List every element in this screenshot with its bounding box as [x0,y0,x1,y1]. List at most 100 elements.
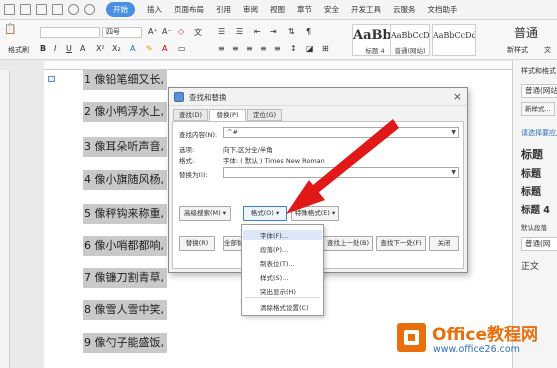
doc-line-8[interactable]: 8 像雪人雪中笑, [83,300,167,320]
menu-item-highlight[interactable]: 突出显示(H) [260,286,296,296]
font-color-icon[interactable]: A [162,44,167,53]
doc-line-7[interactable]: 7 像镰刀割青草, [83,268,167,288]
distribute-icon[interactable]: ≡ [274,44,281,53]
text-effect-icon[interactable]: A [130,44,135,53]
align-left-icon[interactable]: ≡ [218,44,225,53]
style-item-heading4[interactable]: 标题 4 [521,202,550,216]
doc-line-2[interactable]: 2 像小鸭浮水上, [83,102,167,122]
style-card-body[interactable]: AaBbCcDd [432,24,476,56]
indent-increase-icon[interactable]: ⇥ [270,27,277,36]
menu-item-font[interactable]: 字体(F)... [243,230,322,240]
style-card-normal-web[interactable]: AaBbCcD 普通(网站) [390,24,430,56]
tab-goto[interactable]: 定位(G) [247,109,282,121]
format-button-label: 格式(O) [250,209,274,217]
menu-tab-insert[interactable]: 插入 [147,4,162,15]
preview-icon[interactable] [52,4,63,15]
show-marks-icon[interactable]: ¶ [306,27,311,36]
save-icon[interactable] [20,4,31,15]
pinyin-icon[interactable]: 文 [194,27,202,38]
close-button[interactable]: 关闭 [429,236,459,251]
menu-tab-developer[interactable]: 开发工具 [351,4,381,15]
dialog-titlebar[interactable]: 查找和替换 × [169,88,467,106]
style-item-body[interactable]: 正文 [521,259,539,272]
align-right-icon[interactable]: ≡ [246,44,253,53]
doc-line-6[interactable]: 6 像小哨都都响, [83,236,167,256]
shrink-font-icon[interactable]: A⁻ [162,27,172,36]
advanced-search-button[interactable]: 高级搜索(M) ▾ [179,206,231,221]
current-style-box[interactable]: 普通(网站) [521,84,557,98]
menu-tab-references[interactable]: 引用 [216,4,231,15]
style-item-normal-web[interactable]: 普通(网 [521,237,557,251]
bold-icon[interactable]: B [40,44,46,53]
char-border-icon[interactable]: ▭ [178,44,186,53]
find-prev-button[interactable]: 查找上一处(B) [323,236,373,251]
menu-item-style[interactable]: 样式(S)... [260,272,288,282]
superscript-icon[interactable]: X² [96,44,105,53]
paste-icon[interactable]: 📋 [4,24,16,35]
sort-icon[interactable]: ⇅ [288,27,295,36]
redo-icon[interactable] [84,4,95,15]
menu-tab-security[interactable]: 安全 [324,4,339,15]
strikethrough-icon[interactable]: A [80,44,85,53]
highlight-icon[interactable]: ✎ [146,44,153,53]
special-format-button[interactable]: 特殊格式(E) ▾ [291,206,339,221]
menu-tab-home[interactable]: 开始 [106,2,135,17]
find-next-button[interactable]: 查找下一处(F) [376,236,426,251]
style-item-heading1[interactable]: 标题 [521,146,543,162]
dialog-app-icon [174,92,184,102]
font-name-select[interactable] [40,27,100,38]
shading-icon[interactable]: ◪ [306,44,314,53]
menu-icon[interactable] [4,4,15,15]
menu-item-clear-format[interactable]: 清除格式设置(C) [260,302,309,312]
borders-icon[interactable]: ⊞ [322,44,329,53]
justify-icon[interactable]: ≡ [260,44,267,53]
italic-icon[interactable]: I [54,44,56,53]
ribbon-toolbar: 📋 格式刷 四号 A⁺ A⁻ ◇ 文 B I U A X² X₂ A ✎ A ▭… [0,20,557,60]
styles-gallery-icon[interactable]: 普通 [514,24,538,41]
grow-font-icon[interactable]: A⁺ [148,27,158,36]
find-input[interactable]: ^# ▼ [223,127,459,138]
tab-find[interactable]: 查找(D) [173,109,208,121]
numbering-icon[interactable]: ☰ [236,27,243,36]
line-spacing-icon[interactable]: ↕ [290,44,297,53]
style-item-default-para[interactable]: 默认段落 [521,222,547,232]
indent-decrease-icon[interactable]: ⇤ [254,27,261,36]
doc-line-1[interactable]: 1 像铅笔细又长, [83,70,167,90]
text-tools-button[interactable]: 文 [544,45,551,55]
chevron-down-icon[interactable]: ▼ [451,168,456,177]
vertical-ruler[interactable] [0,70,10,368]
menu-tab-section[interactable]: 章节 [297,4,312,15]
menu-tab-review[interactable]: 审阅 [243,4,258,15]
new-style-button[interactable]: 新样式 [507,45,528,55]
style-item-heading2[interactable]: 标题 [521,165,541,180]
horizontal-ruler[interactable] [44,61,512,70]
subscript-icon[interactable]: X₂ [112,44,121,53]
menu-item-tabs[interactable]: 制表位(T)... [260,258,295,268]
replace-input[interactable]: ▼ [223,167,459,178]
new-style-pane-button[interactable]: 新样式... [521,102,555,116]
format-painter-label[interactable]: 格式刷 [8,45,29,55]
print-icon[interactable] [36,4,47,15]
chevron-down-icon[interactable]: ▼ [451,128,456,137]
options-value: 向下,区分全/半角 [223,146,273,154]
style-item-heading3[interactable]: 标题 [521,183,541,198]
format-dropdown-button[interactable]: 格式(O) ▾ [243,206,287,221]
menu-tab-assistant[interactable]: 文档助手 [428,4,458,15]
apply-prompt: 请选择要应用的格式 [521,129,557,137]
menu-tab-view[interactable]: 视图 [270,4,285,15]
menu-tab-layout[interactable]: 页面布局 [174,4,204,15]
underline-icon[interactable]: U [66,44,72,53]
align-center-icon[interactable]: ≡ [232,44,239,53]
bullets-icon[interactable]: ☰ [218,27,225,36]
menu-tab-cloud[interactable]: 云服务 [393,4,416,15]
undo-icon[interactable] [68,4,79,15]
doc-line-5[interactable]: 5 像秤钩来称重, [83,204,167,224]
doc-line-3[interactable]: 3 像耳朵听声音, [83,137,167,157]
menu-item-paragraph[interactable]: 段落(P)... [260,244,288,254]
close-icon[interactable]: × [453,90,462,103]
clear-format-icon[interactable]: ◇ [178,27,184,36]
replace-button[interactable]: 替换(R) [179,236,215,251]
doc-line-9[interactable]: 9 像勺子能盛饭, [83,333,167,353]
doc-line-4[interactable]: 4 像小旗随风杨, [83,170,167,190]
font-size-select[interactable]: 四号 [102,27,142,38]
